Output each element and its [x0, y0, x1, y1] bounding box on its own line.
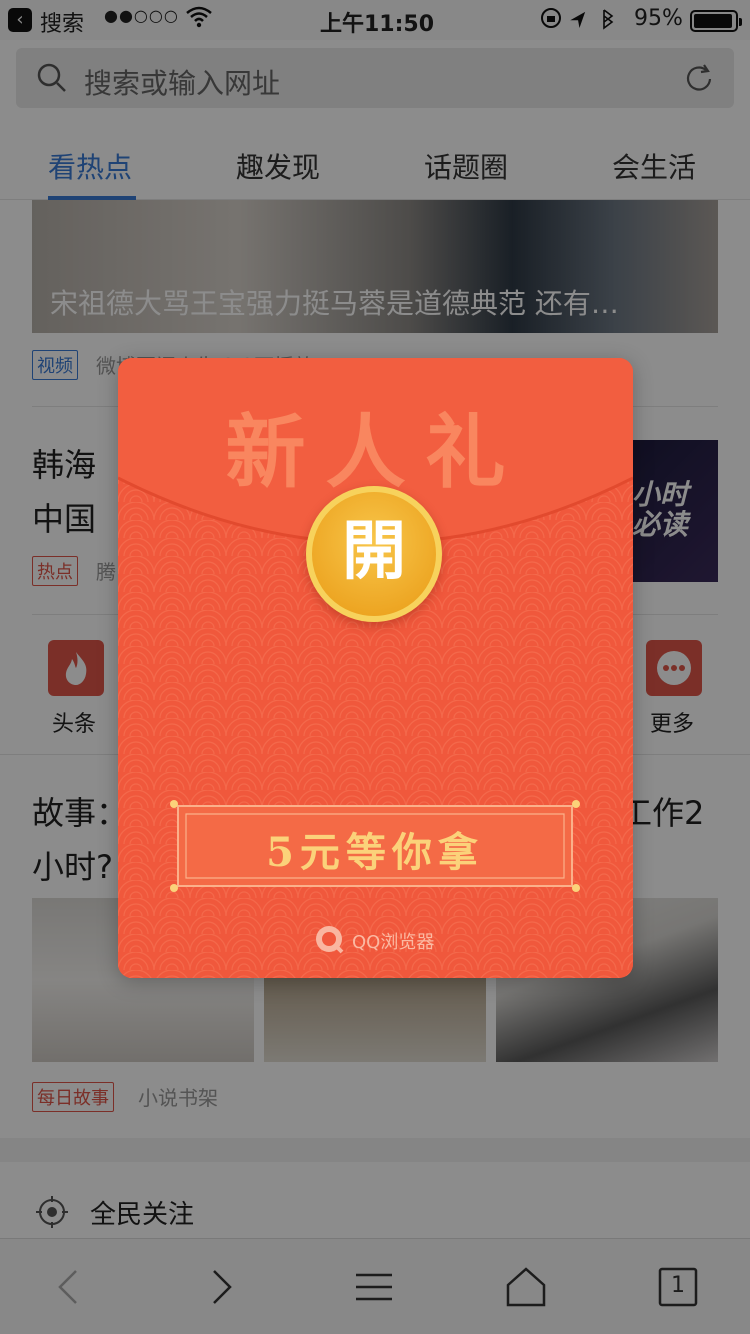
- open-envelope-button[interactable]: 開: [306, 486, 442, 622]
- qq-browser-logo-icon: [316, 926, 344, 954]
- brand-name: QQ浏览器: [352, 932, 435, 953]
- red-envelope-popup: 新人礼 開 5元等你拿 QQ浏览器: [118, 358, 633, 978]
- reward-amount-text: 5元等你拿: [266, 829, 484, 876]
